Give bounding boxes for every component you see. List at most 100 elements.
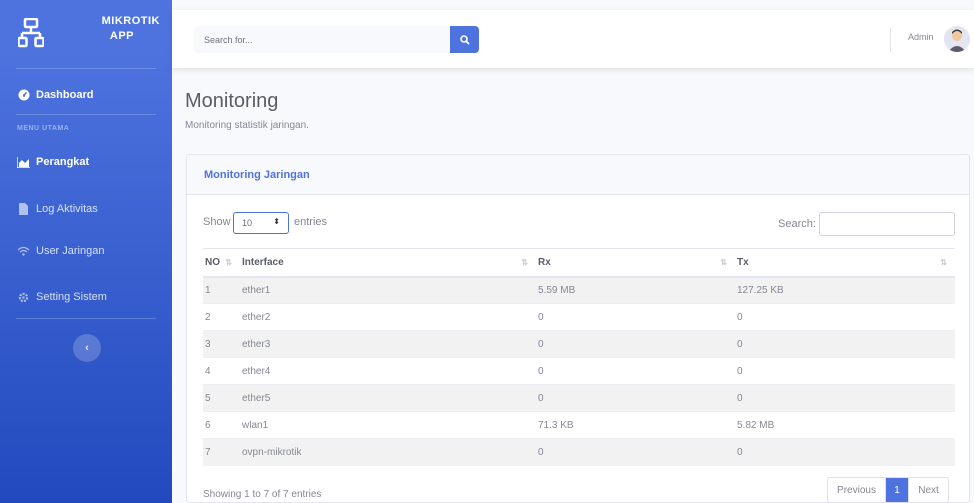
sidebar-item-log-aktivitas[interactable]: Log Aktivitas xyxy=(0,194,172,224)
cell-tx: 0 xyxy=(735,384,955,412)
cell-interface: ether4 xyxy=(240,357,536,385)
cell-rx: 71.3 KB xyxy=(536,411,735,439)
sidebar-heading: MENU UTAMA xyxy=(17,125,70,132)
cell-tx: 0 xyxy=(735,330,955,358)
search-button[interactable] xyxy=(450,26,479,53)
column-header-rx[interactable]: Rx ⇅ xyxy=(536,248,735,278)
cell-rx: 0 xyxy=(536,357,735,385)
sidebar-item-label: User Jaringan xyxy=(36,245,105,257)
column-header-no[interactable]: NO ⇅ xyxy=(203,248,240,278)
cell-interface: ether5 xyxy=(240,384,536,412)
cell-tx: 0 xyxy=(735,303,955,331)
file-icon xyxy=(17,203,30,216)
table-row: 4 ether4 0 0 xyxy=(203,357,955,385)
table-row: 5 ether5 0 0 xyxy=(203,384,955,412)
search-icon xyxy=(459,34,470,45)
monitoring-card: Monitoring Jaringan Show 10 ⬍ entries Se… xyxy=(186,154,970,503)
brand-link[interactable]: MIKROTIK APP xyxy=(0,14,172,58)
table-search-input[interactable] xyxy=(819,212,955,236)
sort-icon: ⇅ xyxy=(720,258,727,267)
card-header: Monitoring Jaringan xyxy=(187,155,969,195)
cell-interface: wlan1 xyxy=(240,411,536,439)
sort-icon: ⇅ xyxy=(521,258,528,267)
cell-tx: 127.25 KB xyxy=(735,276,955,304)
sidebar-item-setting-sistem[interactable]: Setting Sistem xyxy=(0,282,172,312)
column-header-label: NO xyxy=(205,256,220,268)
table-search-label: Search: xyxy=(778,218,816,230)
table-header-row: NO ⇅ Interface ⇅ Rx ⇅ Tx ⇅ xyxy=(203,248,955,278)
gear-icon xyxy=(17,291,30,304)
topbar: Search for... Admin xyxy=(172,10,974,68)
sidebar-item-user-jaringan[interactable]: User Jaringan xyxy=(0,236,172,266)
brand-name: MIKROTIK APP xyxy=(60,14,160,43)
monitoring-table: NO ⇅ Interface ⇅ Rx ⇅ Tx ⇅ 1 ether1 5.59 MB … xyxy=(203,248,955,466)
cell-rx: 0 xyxy=(536,303,735,331)
sidebar-item-label: Setting Sistem xyxy=(36,291,107,303)
wifi-icon xyxy=(17,245,30,258)
sidebar-item-label: Perangkat xyxy=(36,156,90,168)
topbar-divider xyxy=(890,28,891,52)
sort-icon: ⇅ xyxy=(940,258,947,267)
sidebar-divider xyxy=(16,318,156,319)
topbar-search: Search for... xyxy=(194,26,479,53)
table-row: 2 ether2 0 0 xyxy=(203,303,955,331)
sidebar-item-dashboard[interactable]: Dashboard xyxy=(0,80,172,110)
column-header-label: Rx xyxy=(538,256,551,268)
avatar[interactable] xyxy=(944,26,970,52)
sidebar-item-perangkat[interactable]: Perangkat xyxy=(0,147,172,177)
brand-line1: MIKROTIK xyxy=(101,15,160,27)
select-arrows-icon: ⬍ xyxy=(273,217,280,226)
column-header-label: Interface xyxy=(242,256,284,268)
show-label: Show xyxy=(203,216,231,228)
sitemap-icon xyxy=(18,18,44,48)
cell-no: 4 xyxy=(203,357,240,385)
sidebar: MIKROTIK APP Dashboard MENU UTAMA Perang… xyxy=(0,0,172,503)
brand-line2: APP xyxy=(109,30,134,42)
table-row: 3 ether3 0 0 xyxy=(203,330,955,358)
cell-no: 2 xyxy=(203,303,240,331)
sidebar-item-label: Dashboard xyxy=(36,89,94,101)
previous-button[interactable]: Previous xyxy=(828,478,886,502)
sort-icon: ⇅ xyxy=(225,258,232,267)
table-row: 6 wlan1 71.3 KB 5.82 MB xyxy=(203,411,955,439)
chart-area-icon xyxy=(17,156,30,169)
page-subtitle: Monitoring statistik jaringan. xyxy=(185,120,309,131)
cell-no: 6 xyxy=(203,411,240,439)
cell-no: 7 xyxy=(203,438,240,466)
tachometer-icon xyxy=(17,89,30,102)
cell-rx: 0 xyxy=(536,330,735,358)
next-button[interactable]: Next xyxy=(908,478,948,502)
sidebar-toggle-button[interactable]: ‹ xyxy=(73,334,101,362)
sidebar-divider xyxy=(16,114,156,115)
pagination: Previous 1 Next xyxy=(827,477,949,503)
column-header-label: Tx xyxy=(737,256,749,268)
cell-rx: 5.59 MB xyxy=(536,276,735,304)
cell-no: 1 xyxy=(203,276,240,304)
cell-tx: 5.82 MB xyxy=(735,411,955,439)
sidebar-item-label: Log Aktivitas xyxy=(36,203,98,215)
sidebar-divider xyxy=(16,68,156,69)
entries-select-value: 10 xyxy=(242,218,253,228)
cell-tx: 0 xyxy=(735,438,955,466)
cell-interface: ether2 xyxy=(240,303,536,331)
cell-interface: ether1 xyxy=(240,276,536,304)
table-info: Showing 1 to 7 of 7 entries xyxy=(203,489,322,500)
column-header-tx[interactable]: Tx ⇅ xyxy=(735,248,955,278)
search-input[interactable]: Search for... xyxy=(194,26,452,53)
column-header-interface[interactable]: Interface ⇅ xyxy=(240,248,536,278)
user-name[interactable]: Admin xyxy=(908,32,934,42)
cell-rx: 0 xyxy=(536,384,735,412)
table-row: 1 ether1 5.59 MB 127.25 KB xyxy=(203,276,955,304)
entries-label: entries xyxy=(294,216,328,228)
cell-interface: ovpn-mikrotik xyxy=(240,438,536,466)
cell-no: 5 xyxy=(203,384,240,412)
cell-interface: ether3 xyxy=(240,330,536,358)
cell-rx: 0 xyxy=(536,438,735,466)
cell-no: 3 xyxy=(203,330,240,358)
card-title: Monitoring Jaringan xyxy=(204,169,310,181)
cell-tx: 0 xyxy=(735,357,955,385)
page-1-button[interactable]: 1 xyxy=(886,478,908,502)
page-title: Monitoring xyxy=(185,90,279,112)
table-row: 7 ovpn-mikrotik 0 0 xyxy=(203,438,955,466)
entries-select[interactable]: 10 ⬍ xyxy=(233,212,289,234)
